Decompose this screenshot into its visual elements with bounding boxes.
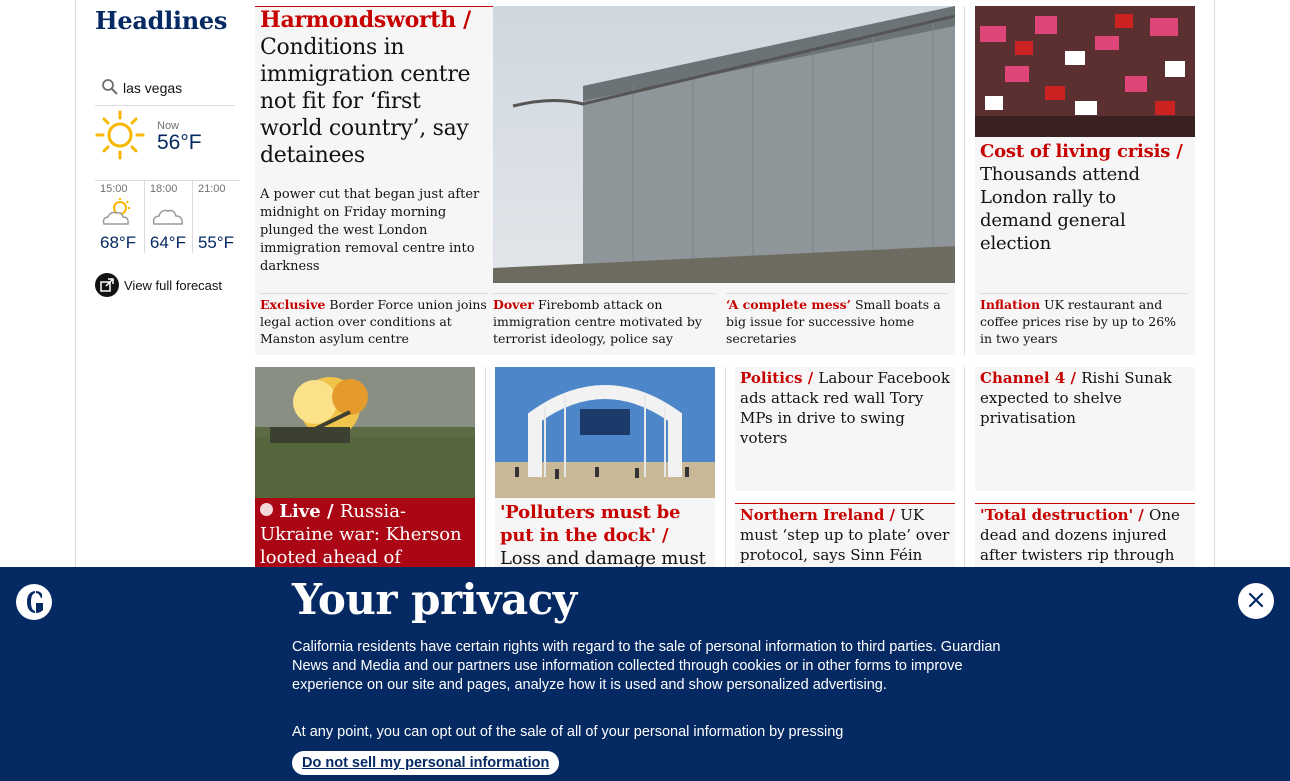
detention-centre-photo[interactable]: [493, 6, 955, 283]
sublink-kicker: Inflation: [980, 297, 1041, 312]
rally-photo[interactable]: [975, 6, 1195, 137]
privacy-text: California residents have certain rights…: [292, 639, 1001, 693]
search-icon: [99, 76, 123, 100]
guardian-logo-icon: [16, 584, 52, 620]
sublink-dover[interactable]: Dover Firebomb attack on immigration cen…: [493, 293, 715, 347]
top-story-kicker: Harmondsworth /: [260, 7, 471, 33]
sublink-complete-mess[interactable]: ‘A complete mess’ Small boats a big issu…: [726, 293, 948, 347]
forecast-time: 21:00: [197, 183, 226, 195]
location-input[interactable]: [123, 79, 233, 96]
tank-photo[interactable]: [255, 367, 475, 498]
live-ukraine-headline[interactable]: Live / Russia-Ukraine war: Kherson loote…: [260, 500, 470, 569]
now-temperature: 56°F: [157, 131, 202, 154]
politics-headline[interactable]: Politics / Labour Facebook ads attack re…: [740, 368, 952, 448]
northern-ireland-headline[interactable]: Northern Ireland / UK must ‘step up to p…: [740, 505, 952, 565]
partly-sunny-icon: [100, 195, 144, 231]
column-divider: [725, 367, 726, 567]
ni-kicker: Northern Ireland /: [740, 506, 896, 524]
side-story-title: Thousands attend London rally to demand …: [980, 164, 1140, 254]
column-divider: [964, 6, 965, 355]
sublink-kicker: ‘A complete mess’: [726, 297, 851, 312]
current-weather: Now 56°F: [95, 110, 240, 176]
live-dot-icon: [260, 503, 273, 516]
channel4-kicker: Channel 4 /: [980, 369, 1076, 387]
channel4-headline[interactable]: Channel 4 / Rishi Sunak expected to shel…: [980, 368, 1192, 428]
side-story-kicker: Cost of living crisis /: [980, 141, 1183, 162]
sublink-kicker: Dover: [493, 297, 534, 312]
forecast-hour: 15:00 68°F: [95, 181, 144, 253]
close-banner-button[interactable]: [1238, 583, 1274, 619]
privacy-title: Your privacy: [292, 575, 577, 624]
privacy-banner: Your privacy California residents have c…: [0, 567, 1290, 781]
forecast-temperature: 64°F: [149, 233, 186, 252]
forecast-link-label: View full forecast: [124, 277, 223, 293]
forecast-time: 18:00: [149, 183, 178, 195]
cloudy-icon: [150, 195, 192, 231]
twisters-headline[interactable]: 'Total destruction' / One dead and dozen…: [980, 505, 1192, 565]
forecast-temperature: 68°F: [100, 233, 137, 252]
column-divider: [964, 367, 965, 567]
forecast-hour: 21:00 55°F: [191, 181, 240, 253]
sublink-kicker: Exclusive: [260, 297, 326, 312]
location-search[interactable]: [95, 70, 235, 106]
sublink-inflation[interactable]: Inflation UK restaurant and coffee price…: [980, 293, 1188, 347]
hourly-forecast: 15:00 68°F 18:00 64°F 21:00 55°F: [95, 180, 240, 253]
moon-icon: [198, 195, 240, 231]
top-story-title: Conditions in immigration centre not fit…: [260, 35, 471, 168]
section-title: Headlines: [95, 6, 228, 35]
do-not-sell-button[interactable]: Do not sell my personal information: [292, 751, 560, 775]
cop27-kicker: 'Polluters must be put in the dock' /: [500, 502, 681, 546]
view-full-forecast-link[interactable]: View full forecast: [95, 273, 240, 297]
external-link-icon: [95, 273, 119, 297]
column-divider: [485, 367, 486, 567]
cost-of-living-headline[interactable]: Cost of living crisis / Thousands attend…: [980, 140, 1190, 255]
forecast-temperature: 55°F: [197, 233, 235, 252]
politics-kicker: Politics /: [740, 369, 814, 387]
forecast-hour: 18:00 64°F: [143, 181, 192, 253]
sublink-exclusive[interactable]: Exclusive Border Force union joins legal…: [260, 293, 488, 347]
privacy-text-optout: At any point, you can opt out of the sal…: [292, 724, 844, 740]
twisters-kicker: 'Total destruction' /: [980, 506, 1144, 524]
forecast-time: 15:00: [100, 183, 128, 195]
top-story-standfirst: A power cut that began just after midnig…: [260, 187, 480, 274]
cop27-photo[interactable]: [495, 367, 715, 498]
close-icon: [1248, 592, 1264, 611]
top-story-headline[interactable]: Harmondsworth / Conditions in immigratio…: [260, 7, 488, 169]
live-kicker: Live /: [279, 501, 334, 522]
weather-widget: Now 56°F 15:00 68°F 18:00 64°F: [95, 70, 240, 297]
sun-icon: [95, 110, 147, 166]
